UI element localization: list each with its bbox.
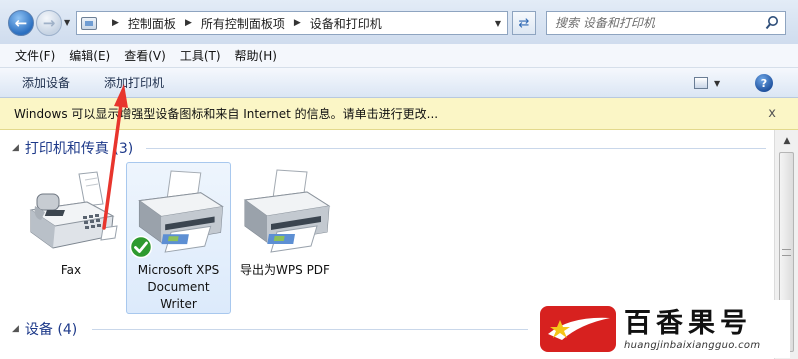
watermark: 百香果号 huangjinbaixiangguo.com [528, 300, 790, 358]
menu-bar: 文件(F) 编辑(E) 查看(V) 工具(T) 帮助(H) [0, 44, 798, 68]
menu-file[interactable]: 文件(F) [8, 47, 62, 64]
breadcrumb-separator-icon[interactable]: ▶ [185, 18, 192, 28]
info-bar[interactable]: Windows 可以显示增强型设备图标和来自 Internet 的信息。请单击进… [0, 98, 798, 130]
change-view-button[interactable]: ▼ [694, 75, 728, 91]
refresh-button[interactable]: ⇄ [512, 11, 536, 35]
chevron-down-icon: ▼ [714, 78, 721, 88]
recent-pages-dropdown[interactable]: ▼ [64, 18, 70, 27]
collapse-triangle-icon[interactable]: ◢ [12, 143, 19, 153]
help-button[interactable]: ? [755, 74, 773, 92]
control-panel-icon [81, 16, 97, 30]
info-bar-message[interactable]: Windows 可以显示增强型设备图标和来自 Internet 的信息。请单击进… [14, 105, 438, 122]
add-device-button[interactable]: 添加设备 [14, 74, 78, 91]
help-icon: ? [760, 76, 768, 90]
breadcrumb-devices-printers[interactable]: 设备和打印机 [310, 15, 382, 32]
group-title-devices: 设备 (4) [24, 322, 78, 338]
view-icon [694, 77, 708, 89]
device-label-line: Writer [160, 297, 197, 311]
back-button[interactable]: ← [8, 10, 34, 36]
breadcrumb-all-items[interactable]: 所有控制面板项 [201, 15, 285, 32]
refresh-icon: ⇄ [518, 15, 530, 31]
fax-icon [29, 171, 118, 249]
close-icon[interactable]: x [768, 106, 776, 121]
device-label-line: Document [147, 280, 210, 294]
device-label-line: Microsoft XPS [137, 263, 220, 277]
breadcrumb-separator-icon[interactable]: ▶ [112, 18, 119, 28]
group-header-printers[interactable]: ◢ 打印机和传真 (3) [12, 138, 133, 158]
device-label-line: Fax [60, 263, 82, 277]
device-item-fax[interactable]: Fax [18, 162, 124, 314]
group-divider [146, 148, 766, 149]
scroll-up-icon[interactable]: ▲ [775, 132, 798, 150]
group-title-printers: 打印机和传真 (3) [24, 141, 134, 157]
search-input[interactable] [555, 16, 755, 30]
add-printer-button[interactable]: 添加打印机 [96, 74, 172, 91]
watermark-title: 百香果号 [624, 307, 752, 339]
collapse-triangle-icon[interactable]: ◢ [12, 324, 19, 334]
group-header-devices[interactable]: ◢ 设备 (4) [12, 319, 77, 339]
menu-tools[interactable]: 工具(T) [173, 47, 228, 64]
search-icon[interactable] [765, 15, 779, 31]
printer-icon [243, 169, 331, 253]
address-dropdown-icon[interactable]: ▼ [489, 12, 507, 34]
forward-arrow-icon: → [42, 14, 56, 32]
device-label-line: 导出为WPS PDF [240, 263, 330, 277]
device-item-wps-pdf[interactable]: 导出为WPS PDF [233, 162, 337, 314]
menu-view[interactable]: 查看(V) [117, 47, 173, 64]
watermark-url: huangjinbaixiangguo.com [624, 339, 761, 351]
menu-edit[interactable]: 编辑(E) [62, 47, 117, 64]
group-divider [92, 329, 528, 330]
menu-help[interactable]: 帮助(H) [228, 47, 284, 64]
device-item-xps-writer[interactable]: Microsoft XPS Document Writer [126, 162, 231, 314]
grip-icon [782, 249, 791, 256]
breadcrumb-control-panel[interactable]: 控制面板 [128, 15, 176, 32]
address-box[interactable]: ▶ 控制面板 ▶ 所有控制面板项 ▶ 设备和打印机 ▼ [76, 11, 508, 35]
breadcrumb-separator-icon[interactable]: ▶ [294, 18, 301, 28]
forward-button[interactable]: → [36, 10, 62, 36]
address-bar-area: ← → ▼ ▶ 控制面板 ▶ 所有控制面板项 ▶ 设备和打印机 ▼ ⇄ [0, 0, 798, 44]
search-box[interactable] [546, 11, 786, 35]
default-printer-check-icon [129, 235, 153, 259]
back-arrow-icon: ← [14, 14, 28, 32]
watermark-logo-icon [540, 306, 616, 352]
command-bar: 添加设备 添加打印机 ▼ ? [0, 68, 798, 98]
